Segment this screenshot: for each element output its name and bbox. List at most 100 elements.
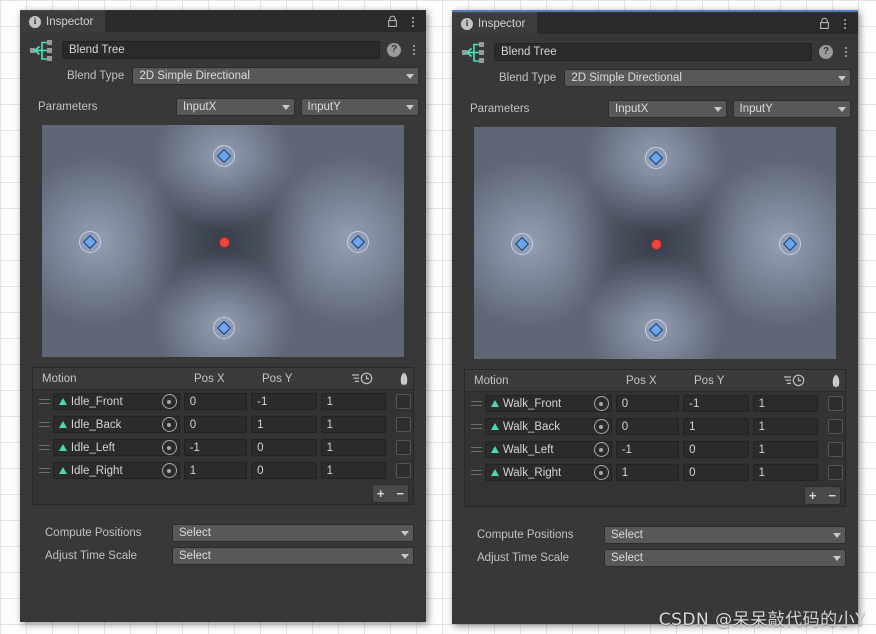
motion-name: Walk_Front <box>502 397 562 410</box>
mirror-checkbox[interactable] <box>396 417 411 432</box>
mirror-checkbox[interactable] <box>828 465 843 480</box>
mirror-checkbox[interactable] <box>396 394 411 409</box>
pos-y-input[interactable]: 0 <box>251 439 317 456</box>
blend-type-dropdown[interactable]: 2D Simple Directional <box>564 69 851 87</box>
remove-motion-button[interactable]: − <box>396 487 404 500</box>
tabbar-actions <box>815 12 858 34</box>
speed-input[interactable]: 1 <box>752 441 819 458</box>
remove-motion-button[interactable]: − <box>828 489 836 502</box>
motion-object-field[interactable]: Idle_Right <box>52 462 180 479</box>
drag-handle[interactable] <box>467 420 485 434</box>
blend-cursor-dot[interactable] <box>650 238 662 250</box>
drag-handle[interactable] <box>35 418 53 432</box>
object-picker-icon[interactable] <box>161 394 177 409</box>
pos-x-input[interactable]: -1 <box>183 439 248 456</box>
blend-type-dropdown[interactable]: 2D Simple Directional <box>132 67 419 85</box>
add-motion-button[interactable]: + <box>809 489 817 502</box>
blend-node[interactable] <box>778 233 801 255</box>
object-picker-icon[interactable] <box>161 440 177 455</box>
motion-object-field[interactable]: Walk_Left <box>484 441 612 458</box>
motion-object-field[interactable]: Walk_Back <box>484 418 612 435</box>
motion-object-field[interactable]: Walk_Right <box>484 464 612 481</box>
motion-object-field[interactable]: Walk_Front <box>484 395 612 412</box>
pos-x-input[interactable]: 1 <box>615 464 680 481</box>
tab-inspector[interactable]: i Inspector <box>20 10 107 32</box>
object-picker-icon[interactable] <box>593 442 609 457</box>
inspector-menu-button[interactable] <box>839 17 850 30</box>
pos-x-input[interactable]: -1 <box>615 441 680 458</box>
compute-positions-dropdown[interactable]: Select <box>172 524 414 542</box>
pos-x-input[interactable]: 0 <box>615 418 680 435</box>
inspector-window-right: i Inspector Blend Tree? Blend Type 2D Simple… <box>452 10 858 624</box>
speed-input[interactable]: 1 <box>320 439 387 456</box>
pos-y-input[interactable]: 1 <box>683 418 749 435</box>
pos-x-input[interactable]: 0 <box>183 416 248 433</box>
pos-y-input[interactable]: -1 <box>251 393 317 410</box>
drag-handle[interactable] <box>467 397 485 411</box>
object-picker-icon[interactable] <box>593 465 609 480</box>
component-menu-button[interactable] <box>840 45 851 58</box>
inspector-menu-button[interactable] <box>407 15 418 28</box>
pos-y-input[interactable]: 0 <box>251 462 317 479</box>
add-motion-button[interactable]: + <box>377 487 385 500</box>
speed-input[interactable]: 1 <box>752 418 819 435</box>
parameter-y-dropdown[interactable]: InputY <box>732 100 851 118</box>
motion-object-field[interactable]: Idle_Front <box>52 393 180 410</box>
parameter-x-dropdown[interactable]: InputX <box>176 98 295 116</box>
blend-node[interactable] <box>346 231 369 253</box>
drag-handle[interactable] <box>467 443 485 457</box>
motion-object-field[interactable]: Idle_Left <box>52 439 180 456</box>
adjust-time-scale-dropdown[interactable]: Select <box>604 549 846 567</box>
speed-input[interactable]: 1 <box>752 395 819 412</box>
motion-object-field[interactable]: Idle_Back <box>52 416 180 433</box>
tab-inspector[interactable]: i Inspector <box>452 12 539 34</box>
blend-node[interactable] <box>213 145 235 168</box>
mirror-checkbox[interactable] <box>828 419 843 434</box>
speed-input[interactable]: 1 <box>320 393 387 410</box>
blendtree-name-input[interactable]: Blend Tree <box>62 40 380 59</box>
speed-input[interactable]: 1 <box>320 462 387 479</box>
drag-handle[interactable] <box>35 441 53 455</box>
adjust-time-scale-dropdown[interactable]: Select <box>172 547 414 565</box>
pos-x-input[interactable]: 0 <box>183 393 248 410</box>
mirror-checkbox[interactable] <box>396 463 411 478</box>
blend-node[interactable] <box>645 147 667 170</box>
lock-toggle[interactable] <box>387 15 398 28</box>
object-picker-icon[interactable] <box>593 396 609 411</box>
tabbar-filler <box>106 10 383 32</box>
drag-handle[interactable] <box>35 395 53 409</box>
help-icon[interactable]: ? <box>819 44 833 59</box>
pos-y-input[interactable]: 1 <box>251 416 317 433</box>
table-row: Idle_Front 0 -1 1 <box>33 390 413 413</box>
pos-x-input[interactable]: 1 <box>183 462 248 479</box>
lock-toggle[interactable] <box>819 17 830 30</box>
blend-graph[interactable] <box>474 127 836 359</box>
mirror-checkbox[interactable] <box>828 442 843 457</box>
parameter-y-dropdown[interactable]: InputY <box>300 98 419 116</box>
pos-x-input[interactable]: 0 <box>615 395 680 412</box>
object-picker-icon[interactable] <box>161 463 177 478</box>
pos-y-input[interactable]: 0 <box>683 464 749 481</box>
blend-graph[interactable] <box>42 125 404 357</box>
help-icon[interactable]: ? <box>387 42 401 57</box>
object-picker-icon[interactable] <box>161 417 177 432</box>
object-picker-icon[interactable] <box>593 419 609 434</box>
pos-y-input[interactable]: -1 <box>683 395 749 412</box>
blendtree-name-input[interactable]: Blend Tree <box>494 42 812 61</box>
blend-node[interactable] <box>213 316 235 339</box>
mirror-checkbox[interactable] <box>828 396 843 411</box>
mirror-checkbox[interactable] <box>396 440 411 455</box>
blend-cursor-dot[interactable] <box>218 236 230 248</box>
blend-node[interactable] <box>645 318 667 341</box>
drag-handle[interactable] <box>467 466 485 480</box>
pos-y-input[interactable]: 0 <box>683 441 749 458</box>
speed-input[interactable]: 1 <box>320 416 387 433</box>
blend-node[interactable] <box>79 231 102 253</box>
mirror-icon <box>400 372 407 385</box>
blend-node[interactable] <box>511 233 534 255</box>
speed-input[interactable]: 1 <box>752 464 819 481</box>
drag-handle[interactable] <box>35 464 53 478</box>
compute-positions-dropdown[interactable]: Select <box>604 526 846 544</box>
parameter-x-dropdown[interactable]: InputX <box>608 100 727 118</box>
component-menu-button[interactable] <box>408 43 419 56</box>
